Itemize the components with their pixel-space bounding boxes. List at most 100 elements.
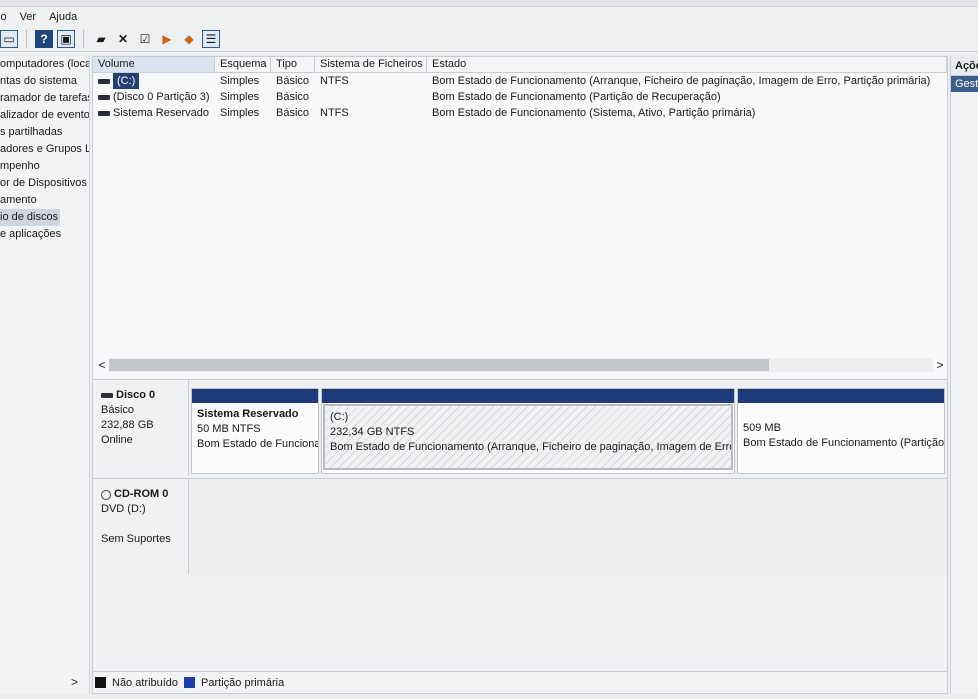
cdrom-empty-area xyxy=(190,479,947,573)
volume-cell: (C:) xyxy=(93,73,215,89)
nav-item-shared-folders[interactable]: s partilhadas xyxy=(0,124,89,141)
nav-item-system-tools[interactable]: ntas do sistema xyxy=(0,73,89,90)
volume-name: (C:) xyxy=(113,73,140,89)
actions-group-disk-management[interactable]: Gestão de discos xyxy=(951,76,978,92)
table-row[interactable]: Sistema Reservado Simples Básico NTFS Bo… xyxy=(93,105,947,121)
partition-body: (C:) 232,34 GB NTFS Bom Estado de Funcio… xyxy=(323,404,733,470)
type-cell: Básico xyxy=(276,91,310,103)
partition-size: 509 MB xyxy=(743,422,781,434)
disk-row-cdrom0: CD-ROM 0 DVD (D:) Sem Suportes xyxy=(93,478,947,574)
help-icon[interactable]: ? xyxy=(35,30,53,48)
view-icon[interactable]: ▣ xyxy=(57,30,75,48)
volume-name: (Disco 0 Partição 3) xyxy=(113,91,210,103)
cd-icon xyxy=(101,489,111,500)
scroll-right-icon[interactable]: > xyxy=(933,358,947,372)
partition-body: 509 MB Bom Estado de Funcionamento (Part… xyxy=(738,403,944,455)
volume-list-header: Volume Esquema Tipo Sistema de Ficheiros… xyxy=(93,57,947,73)
disk-label[interactable]: CD-ROM 0 DVD (D:) Sem Suportes xyxy=(93,479,189,574)
layout-cell: Simples xyxy=(220,107,260,119)
disk-icon xyxy=(101,393,113,398)
status-cell: Bom Estado de Funcionamento (Partição de… xyxy=(432,91,721,103)
status-cell: Bom Estado de Funcionamento (Arranque, F… xyxy=(432,75,931,87)
legend-primary: Partição primária xyxy=(201,676,285,689)
column-header-volume[interactable]: Volume xyxy=(93,57,215,72)
partition-body: Sistema Reservado 50 MB NTFS Bom Estado … xyxy=(192,403,318,456)
column-header-status[interactable]: Estado xyxy=(427,57,947,72)
legend: Não atribuído Partição primária xyxy=(93,671,947,693)
menu-bar: io Ver Ajuda xyxy=(0,7,978,27)
scroll-track[interactable] xyxy=(109,358,933,372)
nav-item-device-manager[interactable]: or de Dispositivos xyxy=(0,175,89,192)
check-icon[interactable]: ☑ xyxy=(136,30,154,48)
filesystem-cell: NTFS xyxy=(320,75,349,87)
nav-item-computer-management[interactable]: omputadores (loca xyxy=(0,56,89,73)
partition-size: 50 MB NTFS xyxy=(197,423,261,435)
disk-status: Sem Suportes xyxy=(101,533,171,545)
status-cell: Bom Estado de Funcionamento (Sistema, At… xyxy=(432,107,756,119)
volume-cell: (Disco 0 Partição 3) xyxy=(93,89,215,105)
horizontal-scrollbar[interactable]: < > xyxy=(95,356,947,374)
toolbar: ▭ ? ▣ ▰ ✕ ☑ ▶ ◆ ☰ xyxy=(0,27,978,52)
layout-cell: Simples xyxy=(220,75,260,87)
disk-label[interactable]: Disco 0 Básico 232,88 GB Online xyxy=(93,380,189,476)
partition-size: 232,34 GB NTFS xyxy=(330,426,415,438)
partition-status: Bom Estado de Funcionamento (Arranque, F… xyxy=(330,441,731,453)
properties-icon[interactable]: ☰ xyxy=(202,30,220,48)
delete-icon[interactable]: ✕ xyxy=(114,30,132,48)
nav-scroll-right[interactable]: > xyxy=(0,674,88,690)
nav-item-storage[interactable]: amento xyxy=(0,192,89,209)
partition-status: Bom Estado de Funcionamento (Sistema, At… xyxy=(197,438,318,450)
type-cell: Básico xyxy=(276,107,310,119)
actions-pane: Ações Gestão de discos xyxy=(950,56,978,694)
partition-name: (C:) xyxy=(330,411,349,423)
toolbar-separator xyxy=(83,30,84,48)
volume-name: Sistema Reservado xyxy=(113,107,209,119)
column-header-type[interactable]: Tipo xyxy=(271,57,315,72)
filesystem-cell xyxy=(315,89,427,105)
drive-icon xyxy=(98,78,110,84)
legend-swatch-unallocated xyxy=(95,677,106,688)
filesystem-cell: NTFS xyxy=(320,107,349,119)
nav-item-task-scheduler[interactable]: ramador de tarefas xyxy=(0,90,89,107)
drive-icon xyxy=(98,110,110,116)
table-row[interactable]: (C:) Simples Básico NTFS Bom Estado de F… xyxy=(93,73,947,89)
table-row[interactable]: (Disco 0 Partição 3) Simples Básico Bom … xyxy=(93,89,947,105)
scroll-thumb[interactable] xyxy=(109,359,769,371)
disk-drive: DVD (D:) xyxy=(101,503,146,515)
disk-map: Disco 0 Básico 232,88 GB Online Sistema … xyxy=(93,379,947,673)
partition-name: Sistema Reservado xyxy=(197,408,299,420)
back-icon[interactable]: ▭ xyxy=(0,30,18,48)
column-header-layout[interactable]: Esquema xyxy=(215,57,271,72)
menu-view[interactable]: Ver xyxy=(20,11,46,23)
disk-status: Online xyxy=(101,434,133,446)
chevron-right-icon[interactable]: > xyxy=(71,675,78,689)
legend-swatch-primary xyxy=(184,677,196,688)
legend-unallocated: Não atribuído xyxy=(112,676,179,689)
scroll-left-icon[interactable]: < xyxy=(95,358,109,372)
nav-item-services-apps[interactable]: e aplicações xyxy=(0,226,89,243)
disk-name: Disco 0 xyxy=(101,388,188,403)
navigation-pane: omputadores (loca ntas do sistema ramado… xyxy=(0,56,90,694)
nav-item-event-viewer[interactable]: alizador de eventos xyxy=(0,107,89,124)
column-header-filesystem[interactable]: Sistema de Ficheiros xyxy=(315,57,427,72)
nav-item-disk-management[interactable]: io de discos xyxy=(0,209,60,226)
actions-title: Ações xyxy=(951,56,978,76)
partition-bar xyxy=(322,389,734,403)
disk-name: CD-ROM 0 xyxy=(101,487,188,502)
nav-item-performance[interactable]: mpenho xyxy=(0,158,89,175)
menu-help[interactable]: Ajuda xyxy=(49,11,86,23)
partition-system-reserved[interactable]: Sistema Reservado 50 MB NTFS Bom Estado … xyxy=(191,388,319,474)
partition-recovery[interactable]: 509 MB Bom Estado de Funcionamento (Part… xyxy=(737,388,945,474)
comment-icon[interactable]: ▰ xyxy=(92,30,110,48)
drive-icon xyxy=(98,94,110,100)
disk-size: 232,88 GB xyxy=(101,419,154,431)
partition-c-drive[interactable]: (C:) 232,34 GB NTFS Bom Estado de Funcio… xyxy=(321,388,735,474)
disk-management-pane: Volume Esquema Tipo Sistema de Ficheiros… xyxy=(92,56,948,694)
export-icon[interactable]: ▶ xyxy=(158,30,176,48)
nav-item-users-groups[interactable]: adores e Grupos Lc xyxy=(0,141,89,158)
import-icon[interactable]: ◆ xyxy=(180,30,198,48)
disk-row-disk0: Disco 0 Básico 232,88 GB Online Sistema … xyxy=(93,380,947,476)
type-cell: Básico xyxy=(276,75,310,87)
menu-action[interactable]: io xyxy=(0,11,16,23)
